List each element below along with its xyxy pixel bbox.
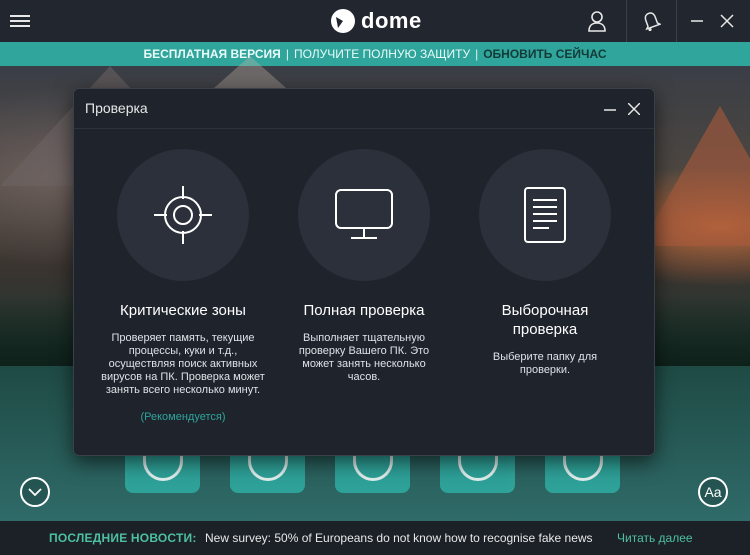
dialog-minimize-icon[interactable] <box>600 99 620 119</box>
upgrade-now-link[interactable]: ОБНОВИТЬ СЕЙЧАС <box>483 47 606 61</box>
option-icon-circle <box>298 149 430 281</box>
chevron-down-icon <box>28 488 42 497</box>
device-icon <box>457 455 498 481</box>
notifications-bell-icon[interactable] <box>627 0 675 42</box>
hamburger-menu-icon[interactable] <box>10 12 30 30</box>
option-description: Выполняет тщательную проверку Вашего ПК.… <box>298 332 430 383</box>
bg-mountain <box>640 106 750 246</box>
scan-option-full-scan[interactable]: Полная проверка Выполняет тщательную про… <box>274 149 454 384</box>
brand-logo: dome <box>330 7 422 35</box>
scan-option-critical-areas[interactable]: Критические зоны Проверяет память, текущ… <box>93 149 273 423</box>
title-separator <box>676 0 677 42</box>
dialog-close-icon[interactable] <box>624 99 644 119</box>
dock-tile-device[interactable] <box>440 455 515 493</box>
brand-name: dome <box>361 8 422 33</box>
expand-chevron-button[interactable] <box>20 477 50 507</box>
option-title: Выборочная проверка <box>501 302 589 338</box>
globe-icon <box>352 455 393 481</box>
dialog-header <box>74 89 654 129</box>
option-description: Проверяет память, текущие процессы, куки… <box>101 332 265 396</box>
option-icon-circle <box>117 149 249 281</box>
crosshair-icon <box>154 186 212 244</box>
font-size-button[interactable]: Aa <box>698 477 728 507</box>
dock-tile-search[interactable] <box>125 455 200 493</box>
option-description: Выберите папку для проверки. <box>492 351 598 376</box>
dock-tile-web[interactable] <box>335 455 410 493</box>
option-title: Полная проверка <box>303 302 425 319</box>
promo-separator: | <box>475 47 479 61</box>
scan-option-custom-scan[interactable]: Выборочная проверка Выберите папку для п… <box>455 149 635 377</box>
monitor-icon <box>335 189 393 239</box>
info-icon <box>247 455 288 481</box>
dome-logo-icon <box>331 9 355 33</box>
dialog-title: Проверка <box>85 100 148 116</box>
option-icon-circle <box>479 149 611 281</box>
user-account-icon[interactable] <box>573 0 621 42</box>
read-more-link[interactable]: Читать далее <box>617 531 693 545</box>
news-bar: ПОСЛЕДНИЕ НОВОСТИ: New survey: 50% of Eu… <box>0 521 750 555</box>
document-icon <box>524 187 566 243</box>
recommended-label: (Рекомендуется) <box>140 411 226 423</box>
refresh-icon <box>562 455 603 481</box>
option-title: Критические зоны <box>120 302 246 319</box>
close-icon[interactable] <box>710 0 744 42</box>
news-label: ПОСЛЕДНИЕ НОВОСТИ: <box>49 531 197 545</box>
dock-tile-info[interactable] <box>230 455 305 493</box>
title-bar: dome <box>0 0 750 42</box>
magnifier-icon <box>142 455 183 481</box>
news-headline[interactable]: New survey: 50% of Europeans do not know… <box>205 531 593 545</box>
dock-tile-refresh[interactable] <box>545 455 620 493</box>
promo-bar: БЕСПЛАТНАЯ ВЕРСИЯ | ПОЛУЧИТЕ ПОЛНУЮ ЗАЩИ… <box>0 42 750 66</box>
minimize-icon[interactable] <box>680 0 714 42</box>
scan-dialog: Проверка Критические зоны Проверяет памя… <box>73 88 655 456</box>
app-window: dome БЕСПЛАТНАЯ ВЕРСИЯ | ПОЛУЧИТЕ ПОЛНУЮ… <box>0 0 750 555</box>
